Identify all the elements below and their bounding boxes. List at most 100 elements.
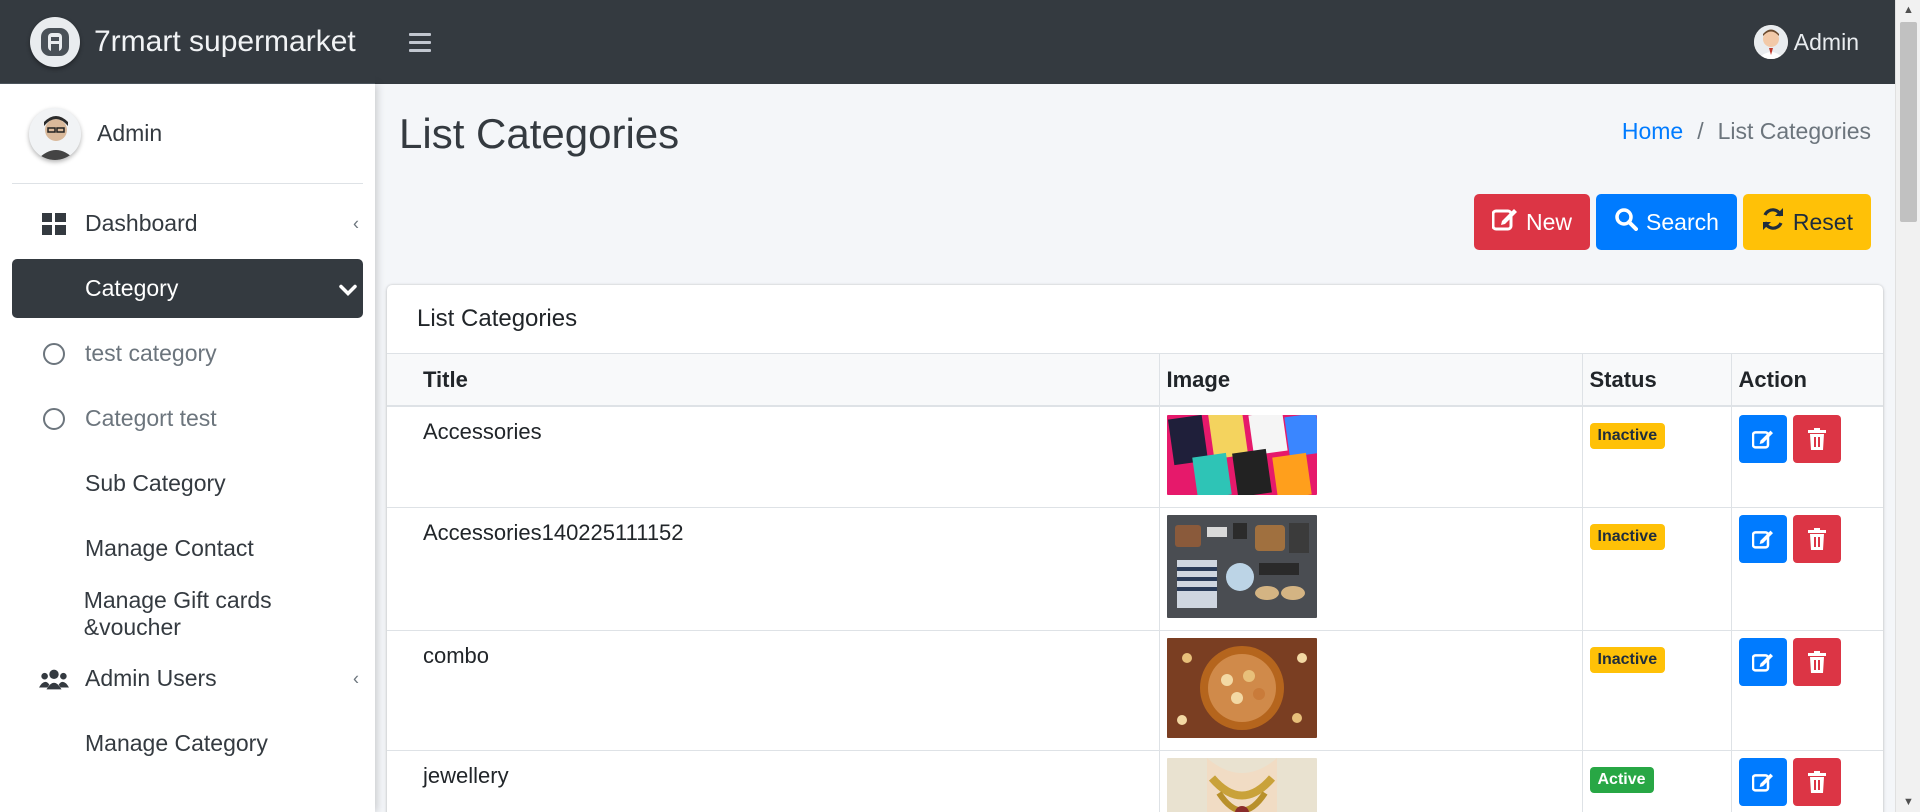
chevron-left-icon: ‹: [353, 213, 359, 233]
reset-button[interactable]: Reset: [1742, 194, 1871, 250]
circle-icon: [39, 407, 69, 431]
sidebar-item-label: test category: [85, 340, 217, 366]
breadcrumb-home-link[interactable]: Home: [1622, 118, 1683, 145]
row-status-cell: Inactive: [1582, 630, 1732, 751]
categories-table: Title Image Status Action Accessories In…: [387, 354, 1883, 812]
search-button-label: Search: [1646, 208, 1719, 235]
sidebar-item-manage-contact[interactable]: Manage Contact: [12, 519, 363, 578]
refresh-icon: [1761, 207, 1785, 237]
new-button-label: New: [1526, 208, 1573, 235]
row-action-cell: [1731, 630, 1883, 751]
row-image-cell: [1159, 750, 1583, 812]
column-header-image: Image: [1159, 354, 1583, 407]
sidebar-item-label: Manage Category: [85, 730, 268, 756]
table-row: Accessories140225111152 Inactive: [387, 507, 1883, 631]
brand[interactable]: 7rmart supermarket: [0, 0, 375, 84]
categories-card: List Categories Title Image Status Actio…: [387, 285, 1883, 812]
row-action-cell: [1731, 507, 1883, 631]
reset-button-label: Reset: [1792, 208, 1853, 235]
sidebar: Admin Dashboard ‹ Category test category…: [0, 84, 375, 812]
table-row: jewellery Active: [387, 750, 1883, 812]
trash-icon: [1807, 651, 1826, 673]
row-image-cell: [1159, 630, 1583, 751]
top-user-name: Admin: [1793, 28, 1859, 55]
edit-icon: [1751, 530, 1773, 549]
edit-row-button[interactable]: [1738, 515, 1787, 563]
table-header-row: Title Image Status Action: [387, 354, 1883, 407]
edit-icon: [1751, 430, 1773, 449]
sidebar-user-panel[interactable]: Admin: [12, 84, 363, 184]
sidebar-item-label: Category: [85, 275, 179, 301]
sidebar-item-manage-category[interactable]: Manage Category: [12, 714, 363, 773]
sidebar-item-label: Dashboard: [85, 210, 198, 236]
sidebar-item-sub-category[interactable]: Sub Category: [12, 454, 363, 513]
sidebar-item-admin-users[interactable]: Admin Users ‹: [12, 649, 363, 708]
breadcrumb: Home / List Categories: [1622, 118, 1871, 145]
status-badge: Inactive: [1589, 647, 1666, 673]
row-action-cell: [1731, 406, 1883, 508]
row-title: jewellery: [387, 750, 1160, 812]
trash-icon: [1807, 428, 1826, 450]
category-thumbnail: [1166, 638, 1317, 738]
top-user-menu[interactable]: Admin: [1753, 0, 1859, 84]
chevron-left-icon: ‹: [353, 668, 359, 688]
top-navbar: Admin: [375, 0, 1895, 84]
category-thumbnail: [1166, 415, 1317, 495]
dashboard-icon: [39, 212, 69, 235]
sidebar-item-label: Manage Gift cards &voucher: [83, 586, 272, 640]
category-thumbnail: [1166, 758, 1317, 812]
edit-row-button[interactable]: [1738, 758, 1787, 806]
row-status-cell: Inactive: [1582, 507, 1732, 631]
row-title: combo: [387, 630, 1160, 751]
table-row: Accessories Inactive: [387, 406, 1883, 508]
main-content: List Categories Home / List Categories N…: [375, 84, 1895, 812]
column-header-title: Title: [387, 354, 1160, 407]
column-header-action: Action: [1731, 354, 1883, 407]
users-icon: [39, 668, 69, 690]
sidebar-item-gift-cards[interactable]: Manage Gift cards &voucher: [12, 584, 363, 643]
sidebar-user-name: Admin: [97, 120, 163, 146]
menu-toggle-icon[interactable]: [409, 32, 431, 52]
row-title: Accessories: [387, 406, 1160, 508]
delete-row-button[interactable]: [1792, 638, 1841, 686]
edit-icon: [1491, 207, 1518, 237]
circle-icon: [39, 342, 69, 366]
scroll-down-icon[interactable]: ▼: [1896, 792, 1920, 812]
sidebar-nav: Dashboard ‹ Category test category Categ…: [0, 194, 375, 773]
sidebar-item-label: Manage Contact: [85, 535, 254, 561]
table-row: combo Inactive: [387, 630, 1883, 751]
status-badge: Active: [1589, 767, 1654, 793]
delete-row-button[interactable]: [1792, 758, 1841, 806]
scroll-thumb[interactable]: [1900, 22, 1917, 222]
action-toolbar: New Search Reset: [1474, 194, 1871, 250]
sidebar-item-label: Sub Category: [85, 470, 226, 496]
delete-row-button[interactable]: [1792, 415, 1841, 463]
breadcrumb-current: List Categories: [1717, 118, 1871, 144]
row-status-cell: Active: [1582, 750, 1732, 812]
sidebar-item-label: Admin Users: [85, 665, 217, 691]
delete-row-button[interactable]: [1792, 515, 1841, 563]
edit-icon: [1751, 653, 1773, 672]
search-button[interactable]: Search: [1596, 194, 1737, 250]
sidebar-item-dashboard[interactable]: Dashboard ‹: [12, 194, 363, 253]
brand-name: 7rmart supermarket: [94, 24, 356, 58]
sidebar-user-avatar: [29, 107, 81, 160]
row-image-cell: [1159, 507, 1583, 631]
category-thumbnail: [1166, 515, 1317, 618]
new-button[interactable]: New: [1474, 194, 1591, 250]
page-scrollbar[interactable]: ▲ ▼: [1895, 0, 1920, 812]
top-user-avatar: [1753, 25, 1788, 59]
edit-icon: [1751, 773, 1773, 792]
brand-logo-icon: [30, 16, 80, 67]
sidebar-item-label: Categort test: [85, 405, 217, 431]
edit-row-button[interactable]: [1738, 415, 1787, 463]
edit-row-button[interactable]: [1738, 638, 1787, 686]
status-badge: Inactive: [1589, 423, 1666, 449]
scroll-up-icon[interactable]: ▲: [1896, 0, 1920, 20]
sidebar-item-categort-test[interactable]: Categort test: [12, 389, 363, 448]
trash-icon: [1807, 771, 1826, 793]
row-status-cell: Inactive: [1582, 406, 1732, 508]
sidebar-item-test-category[interactable]: test category: [12, 324, 363, 383]
sidebar-item-category[interactable]: Category: [12, 259, 363, 318]
card-title: List Categories: [387, 285, 1883, 354]
